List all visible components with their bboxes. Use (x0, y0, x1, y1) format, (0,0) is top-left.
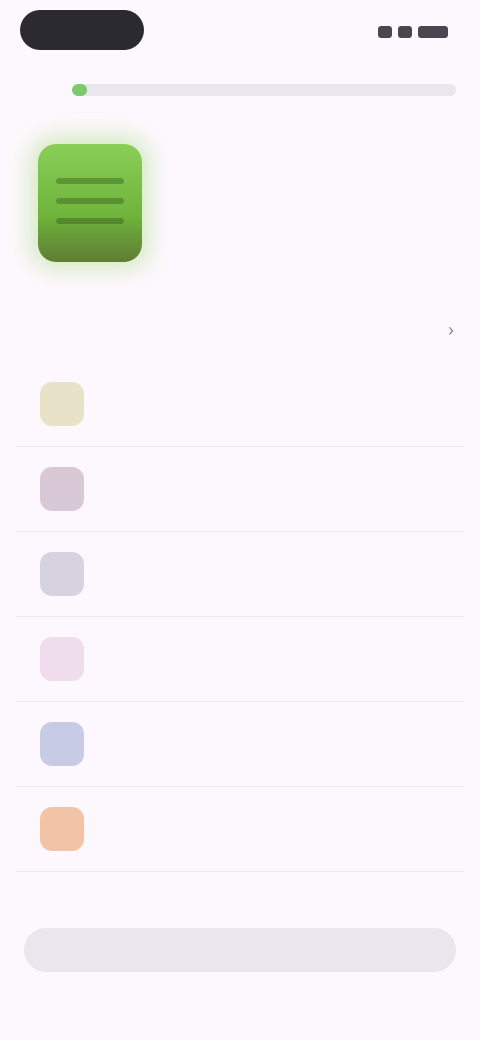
status-indicators (378, 24, 448, 40)
microphone-icon (40, 637, 84, 681)
app-icon (38, 144, 142, 262)
location-icon (40, 552, 84, 596)
permission-row[interactable] (16, 787, 464, 872)
app-header (30, 140, 460, 270)
wifi-icon (378, 26, 392, 38)
camera-icon (40, 382, 84, 426)
install-progress-fill (72, 84, 88, 96)
contacts-icon (40, 467, 84, 511)
app-icon-stripe (56, 218, 124, 224)
permission-row[interactable] (16, 617, 464, 702)
app-icon-stripe (56, 178, 124, 184)
primary-action-button[interactable] (24, 928, 456, 972)
battery-icon (418, 26, 448, 38)
permission-row[interactable] (16, 362, 464, 447)
phone-icon (40, 722, 84, 766)
permission-row[interactable] (16, 447, 464, 532)
status-time-pill (20, 10, 144, 50)
status-bar (0, 0, 480, 64)
permission-row[interactable] (16, 532, 464, 617)
chevron-right-icon: › (448, 320, 454, 340)
permission-row[interactable] (16, 702, 464, 787)
install-progress-bar (72, 84, 456, 96)
permissions-section-header[interactable]: › (20, 316, 460, 348)
permission-list (0, 362, 480, 872)
signal-icon (398, 26, 412, 38)
app-icon-stripe (56, 198, 124, 204)
storage-icon (40, 807, 84, 851)
